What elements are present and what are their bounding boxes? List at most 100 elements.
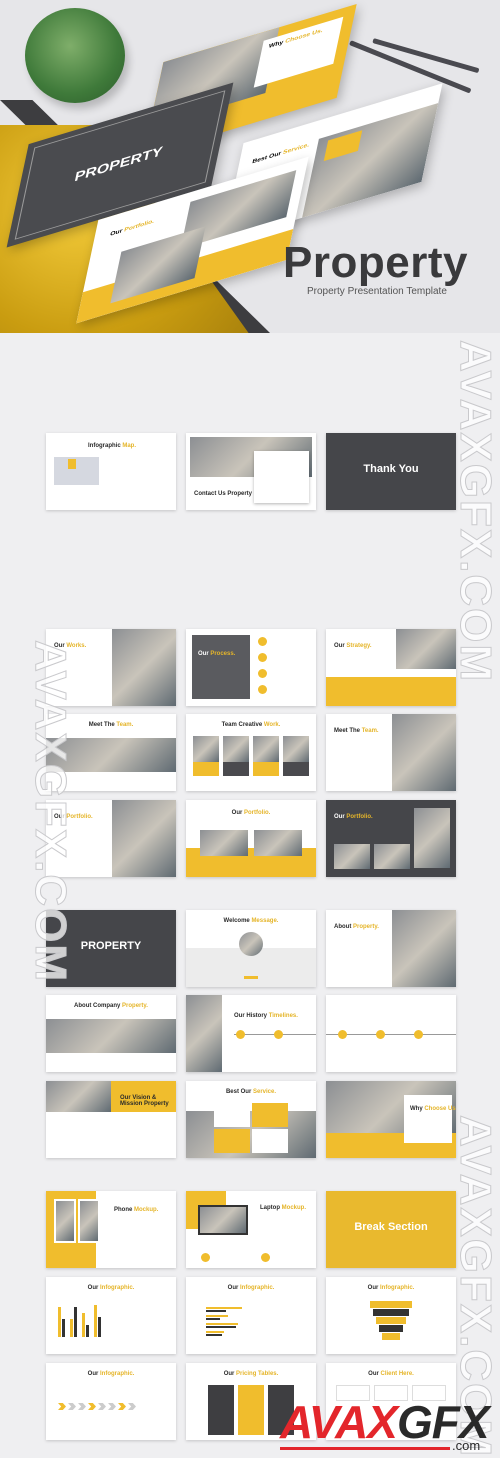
chart-bar: [206, 1315, 228, 1317]
team-photo: [283, 736, 309, 762]
slide-title: Thank You: [326, 463, 456, 475]
funnel-layer: [376, 1317, 406, 1324]
slide-title: Infographic Map.: [88, 443, 136, 449]
photo: [334, 844, 370, 869]
text-card: [404, 1095, 452, 1143]
team-label: [193, 762, 219, 776]
slide-thumbnail[interactable]: Meet The Team.: [326, 714, 456, 791]
team-photo: [253, 736, 279, 762]
photo: [396, 629, 456, 669]
step-icon: [258, 669, 267, 678]
pricing-card: [238, 1385, 264, 1435]
slide-thumbnail[interactable]: Our Infographic.: [186, 1277, 316, 1354]
service-card: [252, 1129, 288, 1153]
photo: [112, 629, 176, 706]
contact-card: [254, 451, 309, 503]
slide-thumbnail[interactable]: Team Creative Work.: [186, 714, 316, 791]
service-card: [214, 1103, 250, 1127]
laptop-image: [198, 1205, 248, 1235]
slide-thumbnail[interactable]: Phone Mockup.: [46, 1191, 176, 1268]
slide-thumbnail[interactable]: About Property.: [326, 910, 456, 987]
map-image: [54, 457, 99, 485]
slide-title-accent: Map.: [122, 443, 137, 449]
slide-thumbnail[interactable]: Our Process.: [186, 629, 316, 706]
slide-title-text: Break Section: [354, 1221, 428, 1233]
photo: [112, 800, 176, 877]
slide-thumbnail[interactable]: [326, 995, 456, 1072]
slide-thumbnail[interactable]: Break Section: [326, 1191, 456, 1268]
slide-title: About Company Property.: [46, 1003, 176, 1009]
slide-title-text: Contact Us Property: [194, 491, 253, 497]
slide-title: Welcome Message.: [186, 918, 316, 924]
slide-title-text: Our History: [234, 1013, 268, 1019]
slide-title-accent: Portfolio.: [244, 810, 271, 816]
slide-title-accent: Choose Us.: [424, 1106, 456, 1112]
chart-bar: [206, 1310, 226, 1312]
funnel-layer: [370, 1301, 412, 1308]
slide-title: Our Strategy.: [334, 643, 372, 649]
slide-thumbnail[interactable]: Our Infographic.: [326, 1277, 456, 1354]
slide-title-text: Our: [227, 1285, 239, 1291]
chart-bar: [82, 1313, 85, 1337]
slide-title-accent: Strategy.: [346, 643, 372, 649]
slide-title-text: Thank You: [363, 463, 419, 475]
funnel-layer: [379, 1325, 403, 1332]
team-photo: [223, 736, 249, 762]
dark-panel: [192, 635, 250, 699]
slide-thumbnail[interactable]: Welcome Message.: [186, 910, 316, 987]
step-icon: [258, 653, 267, 662]
slide-title: Best Our Service.: [186, 1089, 316, 1095]
timeline-node: [338, 1030, 347, 1039]
slide-title: Our Portfolio.: [186, 810, 316, 816]
slide-title-text: Our: [87, 1285, 99, 1291]
slide-title: Meet The Team.: [334, 728, 379, 734]
slide-thumbnail[interactable]: Thank You: [326, 433, 456, 510]
slide-thumbnail[interactable]: Our Portfolio.: [326, 800, 456, 877]
chart-bar: [206, 1334, 222, 1336]
chart-bar: [94, 1305, 97, 1337]
slide-thumbnail[interactable]: About Company Property.: [46, 995, 176, 1072]
slide-thumbnail[interactable]: Our Infographic.: [46, 1277, 176, 1354]
slide-thumbnail[interactable]: Our Strategy.: [326, 629, 456, 706]
slide-title-text: Our: [334, 643, 345, 649]
slide-title: Our Process.: [198, 651, 235, 657]
photo: [46, 1019, 176, 1053]
plant-image: [25, 8, 125, 103]
step-icon: [258, 637, 267, 646]
slide-thumbnail[interactable]: Contact Us Property: [186, 433, 316, 510]
slide-thumbnail[interactable]: Why Choose Us.: [326, 1081, 456, 1158]
strategy-band: [326, 677, 456, 706]
timeline-node: [376, 1030, 385, 1039]
funnel-layer: [382, 1333, 400, 1340]
watermark-text: AVAXGFX.COM: [26, 639, 76, 984]
slide-thumbnail[interactable]: Our Infographic.: [46, 1363, 176, 1440]
mockup-title: Our: [109, 228, 123, 238]
slide-thumbnail[interactable]: Our Vision & Mission Property: [46, 1081, 176, 1158]
chart-bar: [206, 1326, 236, 1328]
photo: [414, 808, 450, 868]
slide-title-text: Why: [410, 1106, 423, 1112]
slide-thumbnail[interactable]: Our History Timelines.: [186, 995, 316, 1072]
mockup-title-accent: Choose Us.: [284, 28, 324, 46]
slide-title-text: Our: [368, 1371, 379, 1377]
arrow-step: [108, 1403, 116, 1410]
feature-icon: [261, 1253, 270, 1262]
slide-thumbnail[interactable]: Laptop Mockup.: [186, 1191, 316, 1268]
slide-thumbnail[interactable]: Best Our Service.: [186, 1081, 316, 1158]
chart-bar: [62, 1319, 65, 1337]
chart-bar: [206, 1331, 224, 1333]
chart-bar: [98, 1317, 101, 1337]
mockup-title: Why: [268, 39, 284, 50]
photo: [200, 830, 248, 856]
chart-bar: [58, 1307, 61, 1337]
slide-title-accent: Team.: [116, 722, 134, 728]
arrow-step: [68, 1403, 76, 1410]
button-shape: [244, 976, 258, 979]
slide-title: Laptop Mockup.: [260, 1205, 306, 1211]
slide-thumbnail[interactable]: Infographic Map.: [46, 433, 176, 510]
photo: [186, 995, 222, 1072]
feature-icon: [201, 1253, 210, 1262]
slide-thumbnail[interactable]: Our Portfolio.: [186, 800, 316, 877]
slide-title: Our Infographic.: [186, 1285, 316, 1291]
chart-bar: [206, 1323, 238, 1325]
